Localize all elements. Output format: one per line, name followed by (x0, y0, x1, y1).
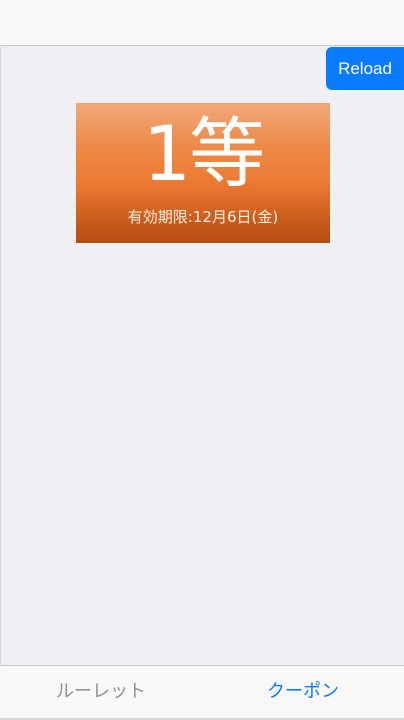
tab-bar: ルーレット クーポン (0, 665, 404, 720)
coupon-rank: 1等 (142, 109, 265, 198)
coupon-card[interactable]: 1等 有効期限:12月6日(金) (76, 103, 330, 243)
app-screen: Reload 1等 有効期限:12月6日(金) ルーレット クーポン (0, 0, 404, 720)
top-bar (0, 0, 404, 46)
coupon-expiry: 有効期限:12月6日(金) (127, 208, 279, 226)
reload-button[interactable]: Reload (326, 47, 404, 90)
left-edge-divider (0, 47, 1, 665)
tab-coupon[interactable]: クーポン (202, 666, 404, 720)
tab-roulette[interactable]: ルーレット (0, 666, 202, 720)
